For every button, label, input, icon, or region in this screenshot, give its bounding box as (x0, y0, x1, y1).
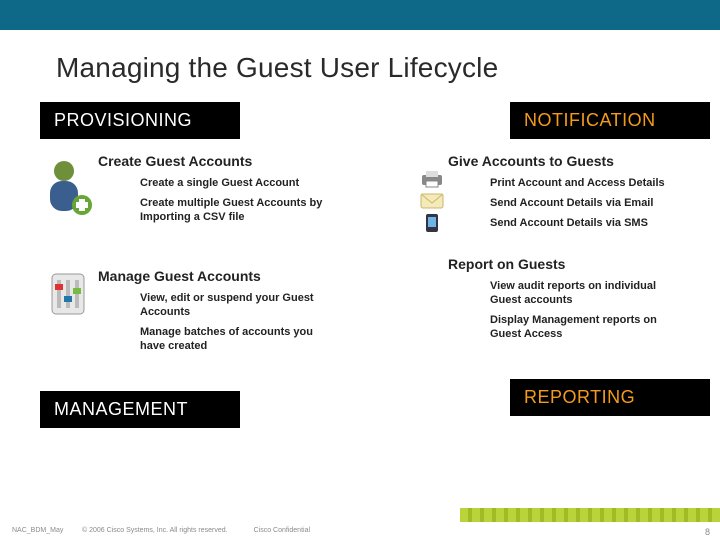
manage-accounts-heading: Manage Guest Accounts (40, 264, 370, 290)
footer-copyright: © 2006 Cisco Systems, Inc. All rights re… (82, 527, 228, 534)
list-item: Manage batches of accounts you have crea… (40, 324, 370, 358)
printer-icon (420, 169, 444, 189)
left-column: PROVISIONING Create Guest Accounts Creat… (40, 102, 370, 428)
sliders-icon (48, 270, 88, 318)
user-plus-icon (42, 155, 94, 219)
top-accent-bar (0, 0, 720, 30)
item-text: Manage batches of accounts you have crea… (98, 326, 328, 354)
item-text: Print Account and Access Details (448, 177, 665, 191)
provisioning-pill: PROVISIONING (40, 102, 240, 139)
slide-title: Managing the Guest User Lifecycle (0, 30, 720, 84)
list-item: Display Management reports on Guest Acce… (390, 312, 720, 346)
management-pill: MANAGEMENT (40, 391, 240, 428)
report-section: Report on Guests View audit reports on i… (390, 252, 720, 345)
reporting-pill: REPORTING (510, 379, 710, 416)
notification-pill: NOTIFICATION (510, 102, 710, 139)
create-accounts-section: Create Guest Accounts Create a single Gu… (40, 149, 370, 228)
page-number: 8 (705, 527, 710, 537)
list-item: View audit reports on individual Guest a… (390, 278, 720, 312)
item-text: Send Account Details via SMS (448, 217, 648, 231)
item-text: Display Management reports on Guest Acce… (448, 314, 678, 342)
footer-code: NAC_BDM_May (12, 527, 82, 534)
item-text: View, edit or suspend your Guest Account… (98, 292, 328, 320)
manage-accounts-section: Manage Guest Accounts View, edit or susp… (40, 264, 370, 357)
footer: NAC_BDM_May © 2006 Cisco Systems, Inc. A… (0, 520, 720, 540)
report-heading: Report on Guests (390, 252, 720, 278)
content-grid: PROVISIONING Create Guest Accounts Creat… (0, 102, 720, 492)
item-text: Send Account Details via Email (448, 197, 653, 211)
right-column: NOTIFICATION Give Accounts to Guests Pri… (390, 102, 720, 416)
item-text: Create a single Guest Account (98, 177, 299, 191)
envelope-icon (420, 191, 444, 211)
give-accounts-section: Give Accounts to Guests Print Account an… (390, 149, 720, 234)
item-text: View audit reports on individual Guest a… (448, 280, 678, 308)
phone-sms-icon (420, 213, 444, 233)
footer-confidential: Cisco Confidential (254, 527, 310, 534)
item-text: Create multiple Guest Accounts by Import… (98, 197, 328, 225)
list-item: View, edit or suspend your Guest Account… (40, 290, 370, 324)
